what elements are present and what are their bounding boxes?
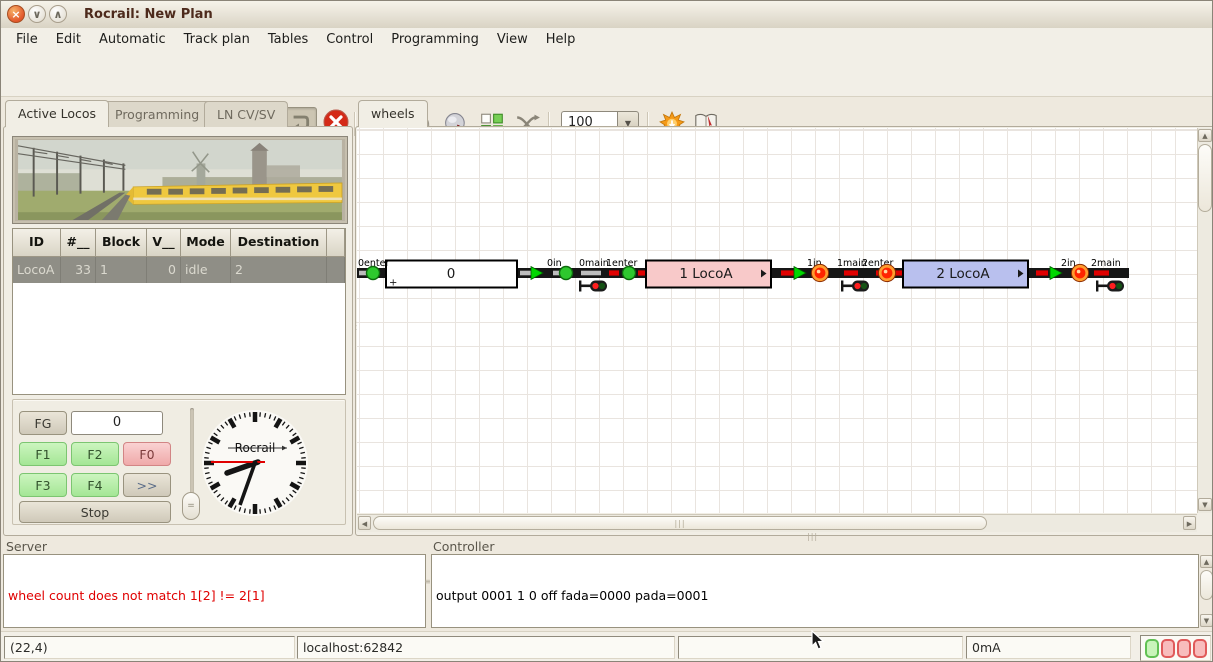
- tab-active-locos[interactable]: Active Locos: [5, 100, 109, 127]
- svg-text:0in: 0in: [547, 258, 562, 269]
- menubar: File Edit Automatic Track plan Tables Co…: [1, 28, 1213, 51]
- svg-text:0main: 0main: [579, 258, 609, 269]
- f2-button[interactable]: F2: [71, 442, 119, 466]
- f0-button[interactable]: F0: [123, 442, 171, 466]
- cell-destination: 2: [231, 257, 327, 283]
- svg-text:1 LocoA: 1 LocoA: [679, 266, 733, 282]
- controller-log-line: output 0001 1 0 off fada=0000 pada=0001: [436, 588, 1194, 604]
- statusbar: (22,4) localhost:62842 0mA: [1, 631, 1213, 662]
- menu-edit[interactable]: Edit: [47, 28, 90, 51]
- loco-table-header: ID #__ Block V__ Mode Destination: [13, 229, 345, 257]
- menu-help[interactable]: Help: [537, 28, 585, 51]
- vertical-splitter-grip[interactable]: ···: [351, 321, 360, 332]
- cell-address: 33: [61, 257, 96, 283]
- power-led-3: [1193, 639, 1207, 658]
- power-led-0: [1145, 639, 1159, 658]
- menu-view[interactable]: View: [488, 28, 537, 51]
- loco-table-row[interactable]: LocoA 33 1 0 idle 2: [13, 257, 345, 283]
- status-grid-position: (22,4): [4, 636, 295, 659]
- f3-button[interactable]: F3: [19, 473, 67, 497]
- loco-list: ID #__ Block V__ Mode Destination LocoA …: [12, 228, 346, 395]
- signal-2main[interactable]: [1096, 281, 1124, 292]
- scroll-right-arrow[interactable]: ▶: [1183, 516, 1196, 530]
- signal-0main[interactable]: [579, 281, 607, 292]
- window-title: Rocrail: New Plan: [84, 1, 213, 28]
- server-log[interactable]: wheel count does not match 1[2] != 2[1] …: [3, 554, 426, 628]
- window-close-button[interactable]: ×: [7, 5, 25, 23]
- plan-hscroll-thumb[interactable]: |||: [373, 516, 987, 530]
- power-led-1: [1161, 639, 1175, 658]
- status-server-address: localhost:62842: [297, 636, 675, 659]
- signal-1main[interactable]: [841, 281, 869, 292]
- stop-button[interactable]: Stop: [19, 501, 171, 523]
- cell-spacer: [327, 257, 345, 283]
- col-spacer: [327, 229, 345, 257]
- cell-id: LocoA: [13, 257, 61, 283]
- col-destination[interactable]: Destination: [231, 229, 327, 257]
- controller-log-title: Controller: [433, 539, 495, 554]
- track-plan-canvas[interactable]: 0 + 1 LocoA 2 LocoA 0enter 0in 0main 1en…: [357, 128, 1197, 513]
- menu-programming[interactable]: Programming: [382, 28, 488, 51]
- titlebar: × ∨ ∧ Rocrail: New Plan: [1, 1, 1213, 29]
- block-0-plus: +: [389, 278, 397, 289]
- tab-wheels[interactable]: wheels: [358, 100, 428, 127]
- scroll-left-arrow[interactable]: ◀: [358, 516, 371, 530]
- server-log-title: Server: [6, 539, 47, 554]
- block-2[interactable]: 2 LocoA: [903, 261, 1028, 288]
- status-current: 0mA: [966, 636, 1131, 659]
- svg-text:2main: 2main: [1091, 258, 1121, 269]
- power-led-box: [1140, 635, 1211, 661]
- tab-ln-cvsv[interactable]: LN CV/SV: [204, 101, 288, 127]
- server-log-line: wheel count does not match 1[2] != 2[1]: [8, 588, 421, 604]
- fast-clock: Rocrail: [200, 408, 310, 518]
- col-id[interactable]: ID: [13, 229, 61, 257]
- speed-slider-handle[interactable]: =: [182, 492, 200, 520]
- power-led-2: [1177, 639, 1191, 658]
- cell-speed: 0: [147, 257, 181, 283]
- svg-text:0: 0: [447, 266, 456, 282]
- scroll-up-arrow[interactable]: ▲: [1198, 129, 1212, 142]
- clock-brand: Rocrail: [235, 441, 276, 455]
- cell-mode: idle: [181, 257, 231, 283]
- horizontal-splitter-grip[interactable]: |||: [807, 532, 818, 541]
- controller-scroll-thumb[interactable]: [1200, 570, 1213, 600]
- block-0[interactable]: 0 +: [386, 261, 517, 289]
- loco-photo: [12, 136, 348, 224]
- col-block[interactable]: Block: [96, 229, 147, 257]
- loco-panel-frame: ID #__ Block V__ Mode Destination LocoA …: [3, 126, 353, 536]
- menu-track-plan[interactable]: Track plan: [175, 28, 259, 51]
- speed-display[interactable]: 0: [71, 411, 163, 435]
- col-mode[interactable]: Mode: [181, 229, 231, 257]
- col-address[interactable]: #__: [61, 229, 96, 257]
- scroll-down-arrow[interactable]: ▼: [1198, 498, 1212, 511]
- controller-log[interactable]: output 0001 1 0 off fada=0000 pada=0001 …: [431, 554, 1199, 628]
- scroll-up-arrow[interactable]: ▲: [1200, 555, 1213, 568]
- col-speed[interactable]: V__: [147, 229, 181, 257]
- tab-programming[interactable]: Programming: [102, 101, 212, 127]
- rocrail-window: × ∨ ∧ Rocrail: New Plan File Edit Automa…: [0, 0, 1213, 662]
- menu-automatic[interactable]: Automatic: [90, 28, 175, 51]
- scroll-down-arrow[interactable]: ▼: [1200, 614, 1213, 627]
- throttle-panel: FG 0 F1 F2 F0 F3 F4 >> Stop = Rocrail: [12, 399, 346, 525]
- fg-button[interactable]: FG: [19, 411, 67, 435]
- loco-photo-image: [16, 140, 344, 220]
- cell-block: 1: [96, 257, 147, 283]
- toolbar: 100 ▼: [1, 51, 1213, 97]
- window-minimize-button[interactable]: ∨: [28, 5, 46, 23]
- window-maximize-button[interactable]: ∧: [49, 5, 67, 23]
- svg-text:2 LocoA: 2 LocoA: [936, 266, 990, 282]
- block-1[interactable]: 1 LocoA: [646, 261, 771, 288]
- mouse-cursor: [811, 630, 826, 651]
- menu-control[interactable]: Control: [317, 28, 382, 51]
- f1-button[interactable]: F1: [19, 442, 67, 466]
- menu-file[interactable]: File: [7, 28, 47, 51]
- more-functions-button[interactable]: >>: [123, 473, 171, 497]
- menu-tables[interactable]: Tables: [259, 28, 317, 51]
- plan-vscroll-thumb[interactable]: [1198, 144, 1212, 212]
- f4-button[interactable]: F4: [71, 473, 119, 497]
